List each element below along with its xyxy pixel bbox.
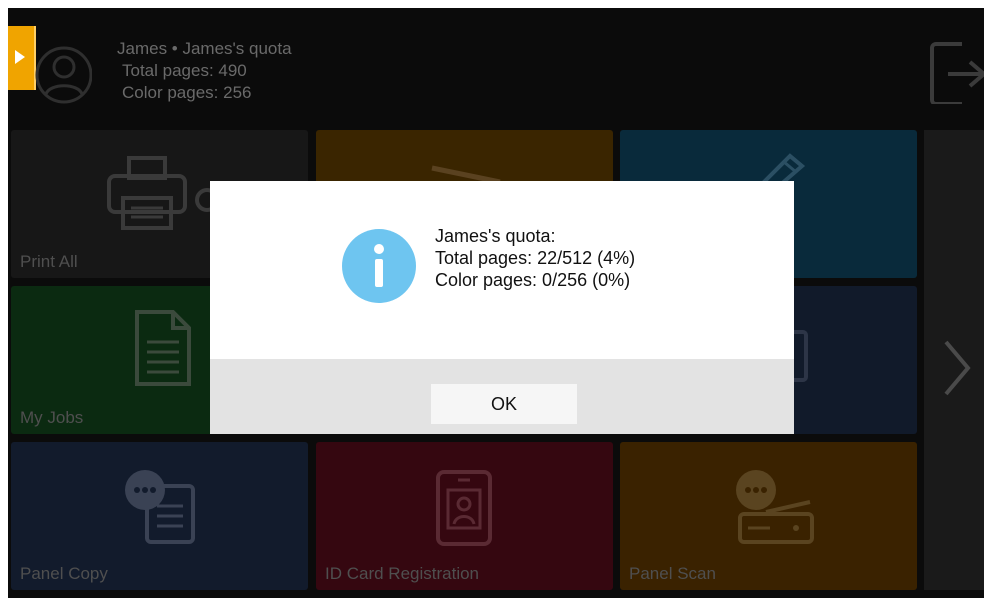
quota-total-pages: Total pages: 22/512 (4%) xyxy=(435,248,636,268)
side-panel-toggle[interactable] xyxy=(8,26,36,90)
header-total-pages: Total pages: 490 xyxy=(122,61,247,80)
info-icon xyxy=(342,229,416,303)
printer-icon xyxy=(107,156,219,230)
logout-icon[interactable] xyxy=(928,40,984,104)
user-avatar-icon xyxy=(35,46,92,104)
ok-button[interactable]: OK xyxy=(431,384,577,424)
tile-label: Panel Copy xyxy=(20,564,108,583)
tile-label: ID Card Registration xyxy=(325,564,480,583)
tile-label: Panel Scan xyxy=(629,564,716,583)
tile-panel-scan[interactable]: Panel Scan xyxy=(620,442,917,590)
scan-chat-icon xyxy=(736,470,814,544)
chevron-right-icon xyxy=(944,340,971,396)
play-arrow-icon xyxy=(15,50,25,64)
header-color-pages: Color pages: 256 xyxy=(122,83,252,102)
tile-label: My Jobs xyxy=(20,408,84,427)
next-page-button[interactable] xyxy=(924,130,984,590)
quota-color-pages: Color pages: 0/256 (0%) xyxy=(435,270,631,290)
tile-id-card-registration[interactable]: ID Card Registration xyxy=(316,442,613,590)
tile-panel-copy[interactable]: Panel Copy xyxy=(11,442,308,590)
document-icon xyxy=(135,310,191,386)
id-card-icon xyxy=(436,470,492,546)
user-quota-summary: James • James's quota Total pages: 490 C… xyxy=(117,38,292,104)
quota-message: James's quota: Total pages: 22/512 (4%) … xyxy=(435,225,635,291)
quota-title: James's quota: xyxy=(435,226,556,246)
tile-label: Print All xyxy=(20,252,78,271)
user-line: James • James's quota xyxy=(117,39,292,58)
quota-dialog: James's quota: Total pages: 22/512 (4%) … xyxy=(210,181,794,434)
copy-chat-icon xyxy=(125,470,195,544)
